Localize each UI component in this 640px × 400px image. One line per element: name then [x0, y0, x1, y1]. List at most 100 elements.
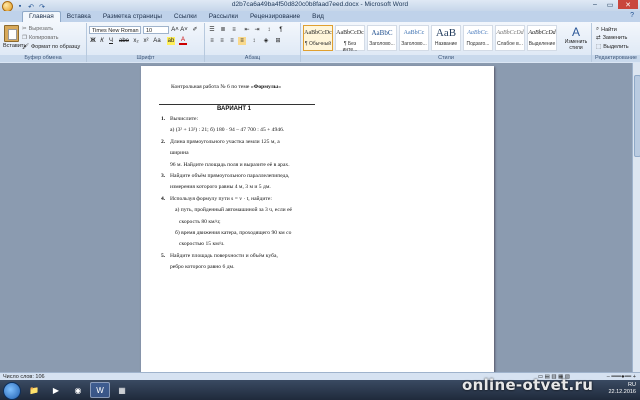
align-center-icon[interactable]: ≡ [218, 37, 226, 45]
line-text: Длина прямоугольного участка земли 125 м… [170, 138, 280, 145]
shading-icon[interactable]: ◈ [262, 37, 270, 45]
sort-icon[interactable]: ↕ [265, 26, 273, 34]
minimize-button[interactable]: – [588, 0, 602, 9]
borders-icon[interactable]: ⊞ [274, 37, 282, 45]
style-name: Выделение [528, 41, 556, 47]
decrease-indent-icon[interactable]: ⇤ [243, 26, 251, 34]
style-preview: AaBbCcDd [528, 30, 556, 36]
header-divider [159, 104, 315, 105]
taskbar-media-icon[interactable]: ▶ [46, 382, 66, 398]
styles-group: AaBbCcDc ¶ Обычный AaBbCcDc ¶ Без инте..… [301, 23, 592, 62]
taskbar-word-icon[interactable]: W [90, 382, 110, 398]
font-name-select[interactable]: Times New Roman [89, 26, 141, 34]
tab-home[interactable]: Главная [22, 11, 61, 22]
help-icon[interactable]: ? [630, 12, 634, 19]
list-number: 4. [161, 195, 166, 202]
variant-title: ВАРИАНТ 1 [217, 106, 252, 112]
line-text: Найдите объём прямоугольного параллелепи… [170, 173, 290, 179]
styles-gallery: AaBbCcDc ¶ Обычный AaBbCcDc ¶ Без инте..… [303, 25, 557, 53]
replace-button[interactable]: ⇄ Заменить [596, 35, 627, 41]
header-topic: Формулы [253, 84, 279, 90]
tab-page-layout[interactable]: Разметка страницы [97, 12, 168, 22]
shrink-font-icon[interactable]: A˅ [180, 26, 188, 34]
style-heading-1[interactable]: AaBbC Заголово... [367, 25, 397, 51]
justify-icon[interactable]: ≡ [238, 37, 246, 45]
scrollbar-thumb[interactable] [634, 75, 640, 157]
tab-references[interactable]: Ссылки [168, 12, 203, 22]
style-preview: AaB [435, 27, 457, 39]
vertical-scrollbar[interactable] [632, 63, 640, 372]
show-marks-button[interactable]: ¶ [277, 26, 285, 34]
taskbar-browser-icon[interactable]: ◉ [68, 382, 88, 398]
find-label: Найти [601, 26, 617, 33]
style-no-spacing[interactable]: AaBbCcDc ¶ Без инте... [335, 25, 365, 53]
title-bar: ▪ ↶ ↷ d2b7ca6a49ba4f50d820c0b8faad7eed.d… [0, 0, 640, 12]
change-case-button[interactable]: Аа [153, 37, 161, 45]
maximize-button[interactable]: ▭ [603, 0, 617, 9]
format-painter-button[interactable]: 🖌 Формат по образцу [22, 44, 80, 50]
bold-button[interactable]: Ж [89, 37, 97, 45]
list-number: 5. [161, 252, 166, 259]
highlight-color-button[interactable]: ab [167, 37, 175, 45]
line-text: Найдите площадь поверхности и объём куба… [170, 252, 278, 259]
italic-button[interactable]: К [98, 37, 106, 45]
cut-label: Вырезать [28, 26, 54, 32]
window-title: d2b7ca6a49ba4f50d820c0b8faad7eed.docx - … [231, 1, 409, 8]
style-name: Название [434, 41, 458, 47]
tray-language[interactable]: RU [608, 382, 636, 389]
paragraph-group-label: Абзац [205, 55, 300, 62]
line-text: измерения которого равны 4 м, 3 м и 5 дм… [170, 184, 271, 191]
find-button[interactable]: ⌕ Найти [596, 26, 617, 33]
style-emphasis[interactable]: AaBbCcDd Выделение [527, 25, 557, 51]
font-size-select[interactable]: 10 [143, 26, 169, 34]
subscript-button[interactable]: x₂ [132, 37, 140, 45]
change-styles-button[interactable]: A Изменить стили [563, 25, 589, 51]
scissors-icon: ✂ [22, 26, 27, 32]
replace-icon: ⇄ [596, 35, 601, 41]
style-subtitle[interactable]: AaBbCc. Подзаго... [463, 25, 493, 51]
cut-button[interactable]: ✂ Вырезать [22, 26, 53, 32]
style-name: ¶ Обычный [304, 41, 332, 47]
tab-review[interactable]: Рецензирование [244, 12, 306, 22]
bullets-icon[interactable]: ☰ [208, 26, 216, 34]
line-spacing-icon[interactable]: ↕ [250, 37, 258, 45]
style-subtle-emphasis[interactable]: AaBbCcDd Слабое в... [495, 25, 525, 51]
taskbar-calculator-icon[interactable]: ▦ [112, 382, 132, 398]
tray-date[interactable]: 22.12.2016 [608, 389, 636, 396]
style-name: Заголово... [369, 41, 395, 47]
line-text: скоростью 15 км/ч. [179, 241, 225, 248]
style-name: Заголово... [401, 41, 427, 47]
align-left-icon[interactable]: ≡ [208, 37, 216, 45]
style-preview: AaBbCcDc [336, 30, 364, 36]
clear-format-icon[interactable]: ✐ [191, 26, 199, 34]
taskbar-explorer-icon[interactable]: 📁 [24, 382, 44, 398]
font-group: Times New Roman 10 A˄ A˅ ✐ Ж К Ч abe x₂ … [87, 23, 205, 62]
document-header: Контрольная работа № 6 по теме «Формулы» [171, 84, 281, 90]
increase-indent-icon[interactable]: ⇥ [253, 26, 261, 34]
line-text: а) путь, пройденный автомашиной за 3 ч, … [175, 207, 293, 214]
clipboard-group-label: Буфер обмена [0, 55, 86, 62]
grow-font-icon[interactable]: A˄ [171, 26, 179, 34]
multilevel-list-icon[interactable]: ≡ [230, 26, 238, 34]
numbering-icon[interactable]: ≣ [219, 26, 227, 34]
style-normal[interactable]: AaBbCcDc ¶ Обычный [303, 25, 333, 51]
underline-button[interactable]: Ч [107, 37, 115, 45]
copy-button[interactable]: ❐ Копировать [22, 35, 59, 41]
tab-mailings[interactable]: Рассылки [203, 12, 244, 22]
style-heading-2[interactable]: AaBbCc Заголово... [399, 25, 429, 51]
select-button[interactable]: ⬚ Выделить [596, 44, 629, 50]
replace-label: Заменить [602, 35, 628, 41]
close-button[interactable]: ✕ [618, 0, 638, 9]
paste-button[interactable]: Вставить [3, 25, 26, 49]
superscript-button[interactable]: x² [142, 37, 150, 45]
style-title[interactable]: AaB Название [431, 25, 461, 51]
start-button[interactable] [3, 382, 21, 400]
editing-group: ⌕ Найти ⇄ Заменить ⬚ Выделить Редактиров… [592, 23, 640, 62]
tab-view[interactable]: Вид [306, 12, 330, 22]
font-color-button[interactable]: A [179, 37, 187, 45]
document-page[interactable]: Контрольная работа № 6 по теме «Формулы»… [141, 66, 494, 372]
line-text: б) время движения катера, проходящего 90… [175, 230, 292, 236]
tab-insert[interactable]: Вставка [61, 12, 97, 22]
align-right-icon[interactable]: ≡ [228, 37, 236, 45]
strikethrough-button[interactable]: abe [118, 37, 130, 45]
